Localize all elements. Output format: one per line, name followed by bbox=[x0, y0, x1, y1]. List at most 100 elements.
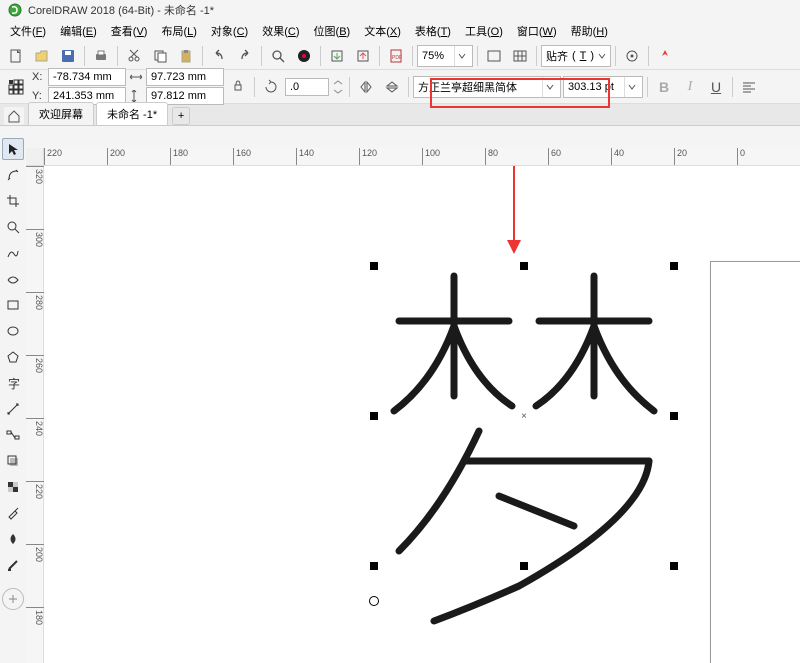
menu-tools[interactable]: 工具(O) bbox=[459, 21, 509, 41]
drawing-canvas[interactable]: × bbox=[44, 166, 800, 663]
tab-welcome[interactable]: 欢迎屏幕 bbox=[28, 102, 94, 125]
import-button[interactable] bbox=[325, 44, 349, 68]
freehand-tool[interactable] bbox=[2, 242, 24, 264]
artistic-media-tool[interactable] bbox=[2, 268, 24, 290]
snap-combo[interactable]: 贴齐(T) bbox=[541, 45, 611, 67]
handle-e[interactable] bbox=[670, 412, 678, 420]
workspace: 220200180160140120100806040200 320300280… bbox=[26, 148, 800, 663]
horizontal-ruler[interactable]: 220200180160140120100806040200 bbox=[44, 148, 800, 166]
handle-s[interactable] bbox=[520, 562, 528, 570]
text-align-button[interactable] bbox=[737, 75, 761, 99]
ruler-tick: 260 bbox=[26, 355, 44, 373]
separator bbox=[254, 77, 255, 97]
grid-button[interactable] bbox=[508, 44, 532, 68]
separator bbox=[117, 46, 118, 66]
launch-button[interactable] bbox=[653, 44, 677, 68]
selection-anchor-icon bbox=[369, 596, 379, 606]
save-button[interactable] bbox=[56, 44, 80, 68]
handle-se[interactable] bbox=[670, 562, 678, 570]
handle-n[interactable] bbox=[520, 262, 528, 270]
menu-view[interactable]: 查看(V) bbox=[105, 21, 154, 41]
vertical-ruler[interactable]: 320300280260240220200180160 bbox=[26, 166, 44, 663]
connector-tool[interactable] bbox=[2, 424, 24, 446]
drop-shadow-tool[interactable] bbox=[2, 450, 24, 472]
eyedropper-tool[interactable] bbox=[2, 502, 24, 524]
underline-button[interactable]: U bbox=[704, 75, 728, 99]
handle-w[interactable] bbox=[370, 412, 378, 420]
menu-bitmap[interactable]: 位图(B) bbox=[308, 21, 357, 41]
handle-ne[interactable] bbox=[670, 262, 678, 270]
zoom-tool[interactable] bbox=[2, 216, 24, 238]
undo-button[interactable] bbox=[207, 44, 231, 68]
svg-text:PDF: PDF bbox=[392, 55, 402, 61]
open-button[interactable] bbox=[30, 44, 54, 68]
search-button[interactable] bbox=[266, 44, 290, 68]
rectangle-tool[interactable] bbox=[2, 294, 24, 316]
rotation-field[interactable] bbox=[285, 78, 329, 96]
fullscreen-button[interactable] bbox=[482, 44, 506, 68]
menu-layout[interactable]: 布局(L) bbox=[155, 21, 202, 41]
separator bbox=[647, 77, 648, 97]
font-size-combo[interactable]: 303.13 pt bbox=[563, 76, 643, 98]
zoom-value: 75% bbox=[422, 50, 454, 62]
ellipse-tool[interactable] bbox=[2, 320, 24, 342]
mirror-v-button[interactable] bbox=[380, 75, 404, 99]
handle-nw[interactable] bbox=[370, 262, 378, 270]
options-button[interactable] bbox=[620, 44, 644, 68]
ruler-corner[interactable] bbox=[26, 148, 44, 166]
menu-edit[interactable]: 编辑(E) bbox=[54, 21, 103, 41]
ruler-tick: 220 bbox=[44, 148, 62, 166]
shape-tool[interactable] bbox=[2, 164, 24, 186]
tab-home-icon[interactable] bbox=[4, 107, 24, 125]
menu-window[interactable]: 窗口(W) bbox=[511, 21, 563, 41]
svg-text:字: 字 bbox=[8, 376, 20, 390]
menu-object[interactable]: 对象(C) bbox=[205, 21, 254, 41]
new-button[interactable] bbox=[4, 44, 28, 68]
redo-button[interactable] bbox=[233, 44, 257, 68]
x-position-field[interactable] bbox=[48, 68, 126, 86]
handle-sw[interactable] bbox=[370, 562, 378, 570]
add-tool-button[interactable] bbox=[2, 588, 24, 610]
menu-table[interactable]: 表格(T) bbox=[409, 21, 457, 41]
copy-button[interactable] bbox=[148, 44, 172, 68]
cut-button[interactable] bbox=[122, 44, 146, 68]
record-button[interactable] bbox=[292, 44, 316, 68]
crop-tool[interactable] bbox=[2, 190, 24, 212]
parallel-dimension-tool[interactable] bbox=[2, 398, 24, 420]
main-toolbar: PDF 75% 贴齐(T) bbox=[0, 42, 800, 70]
tab-document[interactable]: 未命名 -1* bbox=[96, 102, 168, 125]
interactive-fill-tool[interactable] bbox=[2, 528, 24, 550]
menu-help[interactable]: 帮助(H) bbox=[565, 21, 614, 41]
zoom-combo[interactable]: 75% bbox=[417, 45, 473, 67]
ruler-tick: 60 bbox=[548, 148, 561, 166]
lock-ratio-button[interactable] bbox=[226, 75, 250, 99]
tab-add-button[interactable]: + bbox=[172, 107, 190, 125]
mirror-h-button[interactable] bbox=[354, 75, 378, 99]
ruler-tick: 240 bbox=[26, 418, 44, 436]
publish-pdf-button[interactable]: PDF bbox=[384, 44, 408, 68]
rotation-stepper[interactable] bbox=[331, 75, 345, 99]
print-button[interactable] bbox=[89, 44, 113, 68]
menu-text[interactable]: 文本(X) bbox=[358, 21, 407, 41]
font-size-value: 303.13 pt bbox=[568, 81, 624, 93]
outline-tool[interactable] bbox=[2, 554, 24, 576]
separator bbox=[84, 46, 85, 66]
ruler-tick: 280 bbox=[26, 292, 44, 310]
menu-file[interactable]: 文件(F) bbox=[4, 21, 52, 41]
italic-button[interactable]: I bbox=[678, 75, 702, 99]
pick-tool[interactable] bbox=[2, 138, 24, 160]
transparency-tool[interactable] bbox=[2, 476, 24, 498]
ruler-tick: 40 bbox=[611, 148, 624, 166]
polygon-tool[interactable] bbox=[2, 346, 24, 368]
font-family-combo[interactable]: 方正兰亭超细黑简体 bbox=[413, 76, 561, 98]
paste-button[interactable] bbox=[174, 44, 198, 68]
width-field[interactable] bbox=[146, 68, 224, 86]
export-button[interactable] bbox=[351, 44, 375, 68]
bold-button[interactable]: B bbox=[652, 75, 676, 99]
document-tabs: 欢迎屏幕 未命名 -1* + bbox=[0, 104, 800, 126]
ruler-tick: 100 bbox=[422, 148, 440, 166]
object-origin-button[interactable] bbox=[4, 75, 28, 99]
menu-effect[interactable]: 效果(C) bbox=[256, 21, 305, 41]
toolbox: 字 bbox=[0, 136, 26, 612]
text-tool[interactable]: 字 bbox=[2, 372, 24, 394]
